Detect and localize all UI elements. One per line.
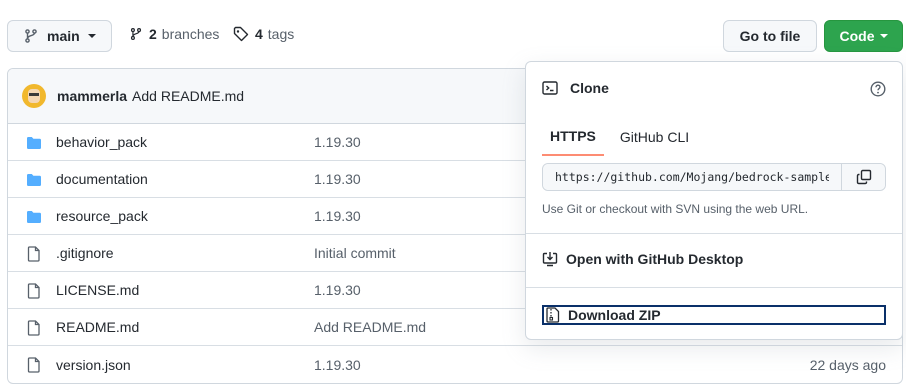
download-zip-item[interactable]: Download ZIP [542, 305, 886, 325]
folder-icon [27, 137, 41, 149]
repo-toolbar: main 2 branches 4 tags Go to file Code [0, 0, 906, 70]
clone-popover: Clone HTTPS GitHub CLI Use Git or checko… [525, 61, 903, 340]
clone-title: Clone [570, 80, 609, 96]
folder-icon [27, 211, 41, 223]
desktop-download-icon [542, 252, 558, 267]
commit-message[interactable]: Add README.md [132, 88, 244, 104]
commit-age: 22 days ago [809, 356, 886, 373]
commit-message-link[interactable]: 1.19.30 [314, 357, 361, 373]
tag-icon [233, 26, 249, 42]
clone-hint: Use Git or checkout with SVN using the w… [542, 202, 809, 216]
clone-url-input[interactable] [543, 164, 841, 190]
branch-name: main [47, 28, 80, 44]
copy-button[interactable] [841, 164, 885, 190]
file-name-link[interactable]: README.md [56, 319, 139, 335]
file-name-link[interactable]: .gitignore [56, 245, 114, 261]
clone-tabs: HTTPS GitHub CLI [542, 118, 697, 156]
file-icon [27, 283, 40, 299]
commit-message-link[interactable]: 1.19.30 [314, 171, 361, 187]
tab-github-cli[interactable]: GitHub CLI [612, 118, 697, 156]
download-zip-label: Download ZIP [568, 307, 661, 323]
divider [526, 233, 902, 234]
file-icon [27, 246, 40, 262]
file-icon [27, 320, 40, 336]
terminal-icon [542, 81, 558, 95]
file-icon [27, 357, 40, 373]
folder-icon [27, 174, 41, 186]
chevron-down-icon [87, 34, 96, 38]
clone-header: Clone [542, 80, 609, 96]
tags-link[interactable]: 4 tags [233, 26, 294, 42]
open-desktop-item[interactable]: Open with GitHub Desktop [542, 251, 743, 267]
commit-message-link[interactable]: Initial commit [314, 245, 396, 261]
avatar[interactable] [22, 84, 46, 108]
code-button[interactable]: Code [824, 20, 903, 52]
commit-message-link[interactable]: 1.19.30 [314, 134, 361, 150]
branches-count: 2 [149, 26, 157, 42]
go-to-file-button[interactable]: Go to file [723, 20, 817, 52]
commit-message-link[interactable]: 1.19.30 [314, 208, 361, 224]
branches-label: branches [161, 26, 220, 42]
git-branch-icon [25, 29, 37, 43]
code-button-label: Code [839, 28, 875, 44]
file-row: version.json 1.19.30 22 days ago [8, 346, 902, 383]
tags-count: 4 [255, 26, 263, 42]
file-name-link[interactable]: resource_pack [56, 208, 148, 224]
tab-https[interactable]: HTTPS [542, 118, 604, 156]
file-name-link[interactable]: behavior_pack [56, 134, 147, 150]
commit-author[interactable]: mammerla [57, 88, 127, 104]
file-name-link[interactable]: documentation [56, 171, 148, 187]
chevron-down-icon [879, 34, 888, 38]
copy-icon [856, 169, 871, 185]
open-desktop-label: Open with GitHub Desktop [566, 251, 744, 267]
file-zip-icon [546, 307, 560, 323]
commit-message-link[interactable]: Add README.md [314, 319, 426, 335]
branch-select-button[interactable]: main [7, 20, 112, 52]
question-icon[interactable] [870, 81, 886, 97]
commit-message-link[interactable]: 1.19.30 [314, 282, 361, 298]
file-name-link[interactable]: LICENSE.md [56, 282, 139, 298]
tags-label: tags [267, 26, 295, 42]
git-branch-icon [130, 28, 142, 40]
file-name-link[interactable]: version.json [56, 357, 131, 373]
divider [526, 287, 902, 288]
clone-url-group [542, 163, 886, 191]
branches-link[interactable]: 2 branches [129, 26, 219, 42]
